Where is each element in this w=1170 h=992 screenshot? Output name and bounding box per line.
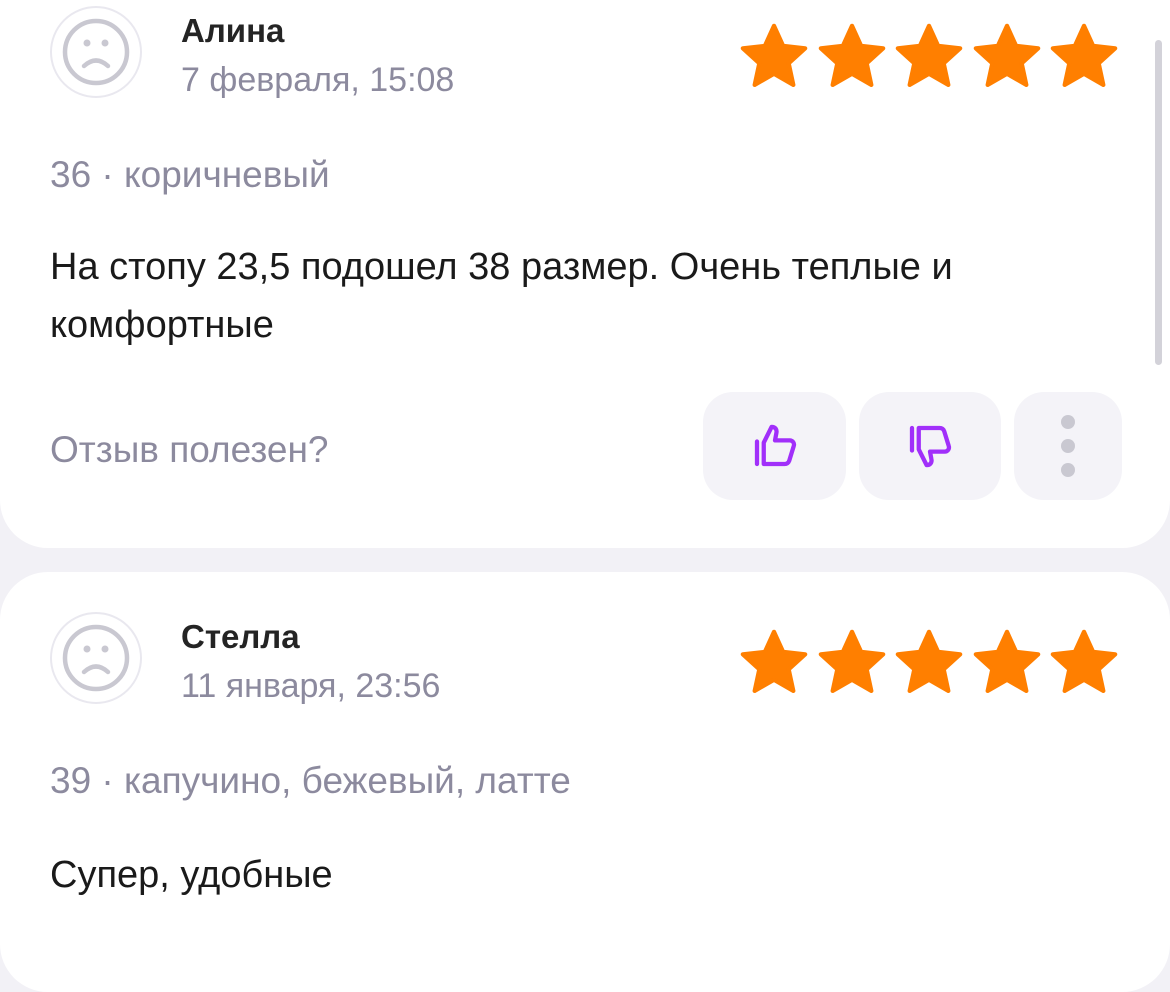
product-variant: 36 · коричневый <box>50 154 330 195</box>
star-icon <box>1050 23 1118 87</box>
thumbs-up-icon <box>754 424 796 467</box>
helpful-prompt: Отзыв полезен? <box>50 429 329 470</box>
star-icon <box>740 629 808 693</box>
dislike-button[interactable] <box>859 392 1001 500</box>
star-icon <box>895 629 963 693</box>
scrollbar-thumb[interactable] <box>1155 40 1162 365</box>
star-icon <box>818 629 885 693</box>
sad-face-icon <box>50 612 142 704</box>
review-text: Супер, удобные <box>50 854 333 896</box>
review-card: Стелла 11 января, 23:56 39 · капучино, б… <box>0 572 1170 992</box>
review-text: На стопу 23,5 подошел 38 размер. Очень т… <box>50 246 953 346</box>
like-button[interactable] <box>703 392 846 500</box>
review-author: Стелла <box>181 618 300 655</box>
thumbs-down-icon <box>909 425 952 468</box>
star-icon <box>973 629 1040 693</box>
review-date: 7 февраля, 15:08 <box>181 61 455 99</box>
star-icon <box>740 23 808 87</box>
sad-face-icon <box>50 6 142 98</box>
star-icon <box>895 23 963 87</box>
product-variant: 39 · капучино, бежевый, латте <box>50 760 571 801</box>
more-options-button[interactable] <box>1014 392 1122 500</box>
star-rating <box>738 627 1120 699</box>
star-icon <box>1050 629 1118 693</box>
review-card: Алина 7 февраля, 15:08 36 · коричневый Н… <box>0 0 1170 548</box>
review-date: 11 января, 23:56 <box>181 667 441 705</box>
star-rating <box>738 21 1120 93</box>
review-author: Алина <box>181 12 285 49</box>
star-icon <box>818 23 885 87</box>
star-icon <box>973 23 1040 87</box>
more-vertical-icon <box>1061 415 1075 477</box>
